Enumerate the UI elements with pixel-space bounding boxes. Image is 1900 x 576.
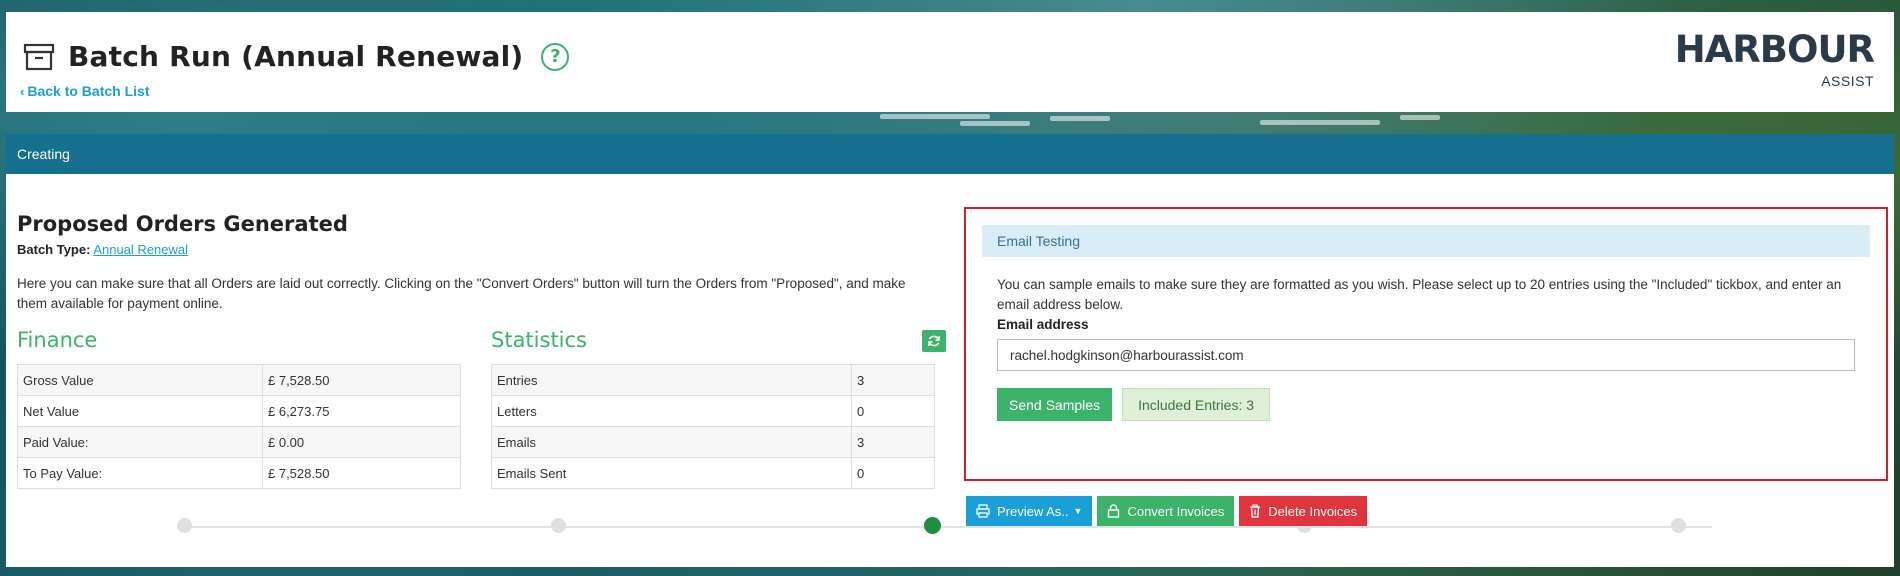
back-link-label: Back to Batch List (27, 83, 150, 99)
statistics-value: 3 (851, 364, 935, 396)
title-row: Batch Run (Annual Renewal) ? (22, 40, 570, 73)
table-row: Emails 3 (491, 426, 935, 458)
logo-sub-text: ASSIST (1821, 73, 1874, 89)
progress-stepper-line (178, 526, 1712, 528)
step-dot (551, 518, 566, 533)
delete-invoices-label: Delete Invoices (1268, 503, 1358, 519)
delete-invoices-button[interactable]: Delete Invoices (1239, 496, 1368, 526)
email-testing-instructions: You can sample emails to make sure they … (997, 277, 1842, 312)
table-row: Gross Value £ 7,528.50 (17, 364, 461, 396)
step-dot (177, 518, 192, 533)
table-row: Emails Sent 0 (491, 457, 935, 489)
refresh-icon (928, 335, 940, 347)
lock-icon (1108, 504, 1120, 518)
email-address-label: Email address (997, 317, 1089, 332)
batch-type-label: Batch Type: (17, 242, 91, 257)
batch-type-row: Batch Type: Annual Renewal (17, 242, 937, 257)
printer-icon (976, 504, 990, 518)
convert-invoices-button[interactable]: Convert Invoices (1097, 496, 1235, 526)
email-testing-panel: Email Testing You can sample emails to m… (964, 207, 1888, 481)
statistics-value: 0 (851, 457, 935, 489)
background-pier-decor (0, 112, 1900, 134)
table-row: Net Value £ 6,273.75 (17, 395, 461, 427)
caret-down-icon: ▼ (1073, 506, 1083, 516)
convert-invoices-label: Convert Invoices (1127, 503, 1225, 519)
statistics-label: Entries (491, 364, 852, 396)
step-dot-active (924, 517, 941, 534)
section-title: Proposed Orders Generated (17, 212, 348, 236)
finance-value: £ 6,273.75 (262, 395, 461, 427)
finance-table: Gross Value £ 7,528.50 Net Value £ 6,273… (17, 364, 461, 489)
included-entries-badge: Included Entries: 3 (1122, 388, 1271, 421)
statistics-value: 3 (851, 426, 935, 458)
chevron-left-icon: ‹ (20, 83, 25, 99)
finance-label: Paid Value: (17, 426, 263, 458)
status-label: Creating (17, 146, 70, 162)
batch-type-link[interactable]: Annual Renewal (93, 242, 188, 257)
statistics-table: Entries 3 Letters 0 Emails 3 Emails Sent… (491, 364, 935, 489)
finance-title: Finance (17, 328, 98, 352)
table-row: Paid Value: £ 0.00 (17, 426, 461, 458)
statistics-label: Emails Sent (491, 457, 852, 489)
email-testing-card: Email Testing You can sample emails to m… (982, 225, 1870, 421)
batch-action-buttons: Preview As.. ▼ Convert Invoices Delete I… (966, 496, 1372, 526)
finance-label: Net Value (17, 395, 263, 427)
send-samples-button[interactable]: Send Samples (997, 388, 1113, 421)
table-row: Entries 3 (491, 364, 935, 396)
archive-box-icon (23, 43, 55, 70)
finance-value: £ 7,528.50 (262, 457, 461, 489)
page-title: Batch Run (Annual Renewal) (68, 40, 524, 73)
help-icon[interactable]: ? (541, 42, 570, 71)
finance-label: Gross Value (17, 364, 263, 396)
trash-icon (1250, 504, 1261, 518)
table-row: Letters 0 (491, 395, 935, 427)
status-bar: Creating (6, 134, 1894, 174)
email-actions-row: Send Samples Included Entries: 3 (997, 388, 1855, 421)
back-to-batch-list-link[interactable]: ‹ Back to Batch List (20, 83, 149, 99)
statistics-value: 0 (851, 395, 935, 427)
step-dot (1671, 518, 1686, 533)
page-header: Batch Run (Annual Renewal) ? ‹ Back to B… (6, 12, 1894, 112)
preview-as-button[interactable]: Preview As.. ▼ (966, 496, 1093, 526)
logo-main-text: HARBOUR (1674, 28, 1875, 71)
section-description: Here you can make sure that all Orders a… (17, 276, 906, 311)
email-testing-header: Email Testing (982, 225, 1870, 257)
proposed-orders-section: Proposed Orders Generated Batch Type: An… (17, 212, 937, 314)
finance-label: To Pay Value: (17, 457, 263, 489)
statistics-label: Emails (491, 426, 852, 458)
statistics-label: Letters (491, 395, 852, 427)
table-row: To Pay Value: £ 7,528.50 (17, 457, 461, 489)
finance-value: £ 7,528.50 (262, 364, 461, 396)
harbour-assist-logo: HARBOUR ASSIST (1675, 28, 1875, 89)
email-address-input[interactable] (997, 339, 1855, 371)
finance-value: £ 0.00 (262, 426, 461, 458)
statistics-title: Statistics (491, 328, 587, 352)
refresh-button[interactable] (922, 330, 946, 352)
preview-as-label: Preview As.. (997, 503, 1069, 519)
